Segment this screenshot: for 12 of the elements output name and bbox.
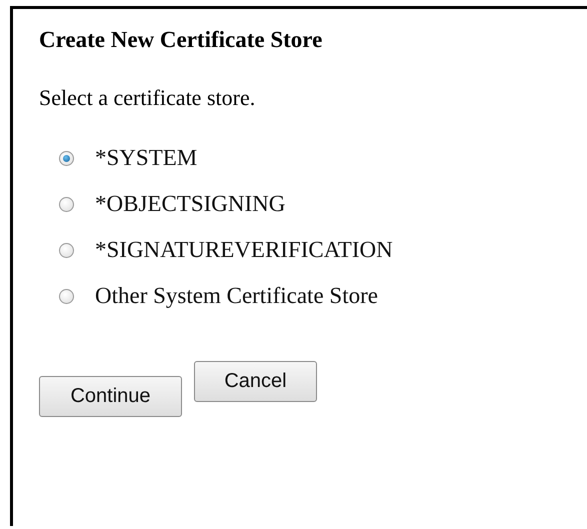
radio-label: *OBJECTSIGNING: [95, 191, 286, 217]
radio-button[interactable]: [59, 196, 74, 212]
radio-label: *SYSTEM: [95, 145, 198, 171]
radio-button[interactable]: [59, 242, 74, 258]
cancel-button[interactable]: Cancel: [194, 361, 317, 402]
radio-button[interactable]: [59, 150, 74, 166]
radio-button[interactable]: [59, 288, 74, 304]
dialog-title: Create New Certificate Store: [39, 27, 322, 53]
instruction-text: Select a certificate store.: [39, 85, 256, 111]
radio-label: *SIGNATUREVERIFICATION: [95, 237, 393, 263]
radio-label: Other System Certificate Store: [95, 283, 378, 309]
continue-button[interactable]: Continue: [39, 376, 182, 417]
